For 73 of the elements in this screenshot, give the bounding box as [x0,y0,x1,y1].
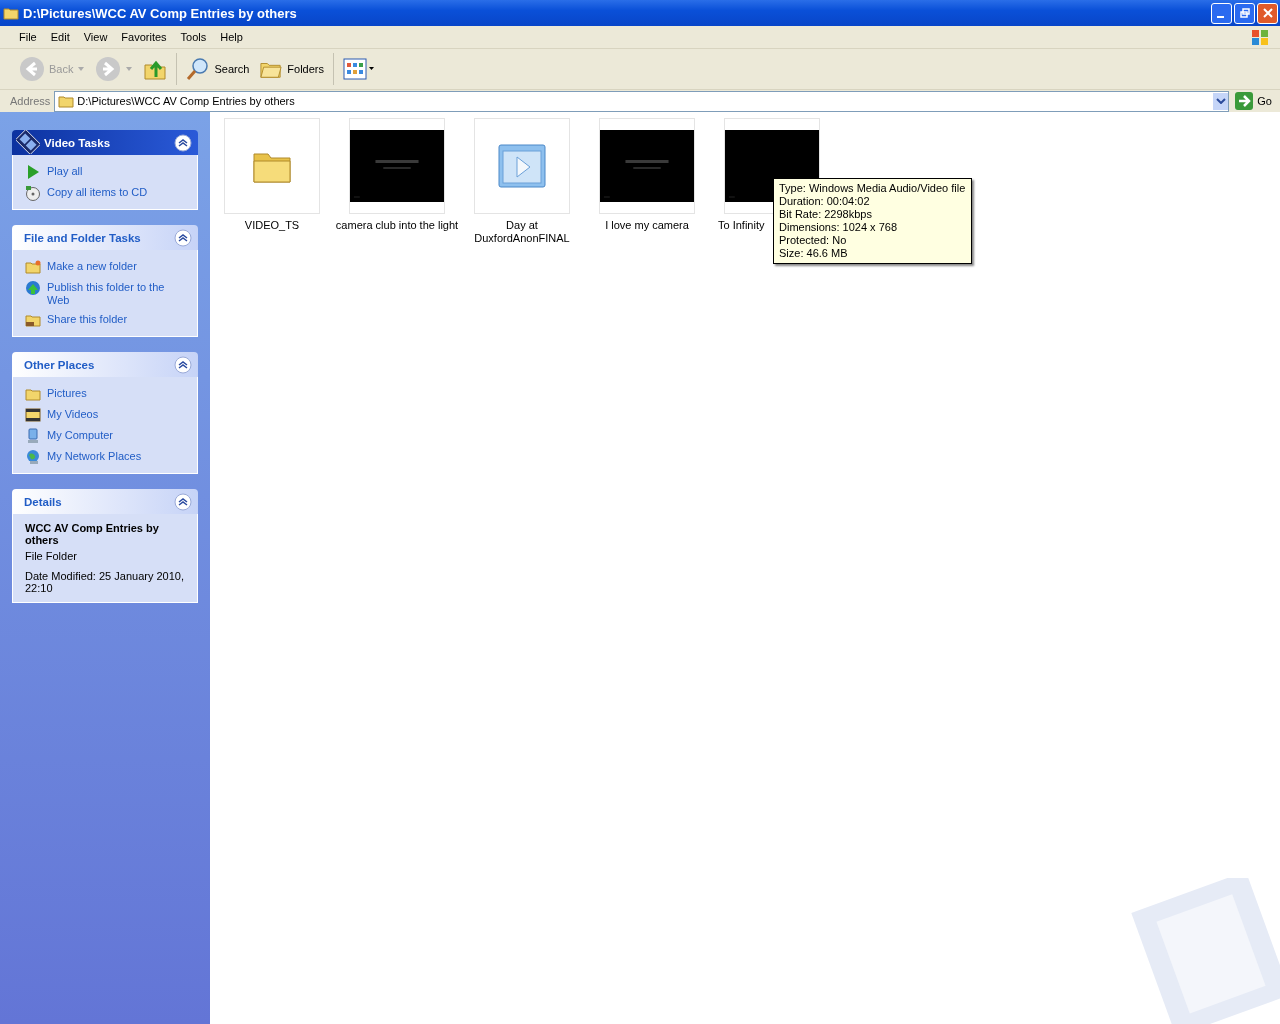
thumbnail-frame[interactable] [224,118,320,214]
folder-icon [25,386,41,402]
restore-icon [1239,8,1250,18]
file-name[interactable]: I love my camera [605,219,689,232]
windows-logo-icon [1250,27,1270,47]
chevron-icon [1215,98,1226,104]
arrow-icon [1235,92,1254,110]
menu-item[interactable]: View [76,31,115,43]
videos-icon [25,407,41,423]
minimize-icon [1216,16,1224,18]
tooltip-line: Dimensions: 1024 x 768 [779,221,898,234]
network-icon [25,449,41,465]
file-name[interactable]: Day at DuxfordAnonFINAL [474,219,570,245]
file-name[interactable]: To Infinity [718,219,765,232]
close-icon [1262,8,1273,18]
folder-icon [58,94,75,108]
search-button[interactable]: Search [183,55,253,83]
restore-button[interactable] [1234,2,1255,24]
task-link[interactable]: Pictures [47,385,87,400]
dropdown-icon [77,66,86,72]
share-icon [25,312,41,328]
details-name: WCC AV Comp Entries by others [25,522,160,546]
menu-item[interactable]: Edit [43,31,77,43]
go-button[interactable]: Go [1233,92,1280,110]
thumbnail-frame[interactable] [474,118,570,214]
play-icon [25,164,41,180]
folder-icon [3,6,19,20]
close-button[interactable] [1257,2,1278,24]
address-field[interactable]: D:\Pictures\WCC AV Comp Entries by others [54,90,1230,112]
cd-icon [25,185,41,201]
newfolder-icon [25,259,41,275]
dropdown-button[interactable] [1213,92,1229,110]
task-link[interactable]: Play all [47,163,83,178]
search-icon [186,57,211,81]
task-link[interactable]: My Videos [47,406,99,421]
address-label: Address [10,95,51,107]
collapse-icon[interactable] [174,492,192,511]
tooltip-line: Duration: 00:04:02 [779,195,871,208]
collapse-icon[interactable] [174,133,192,152]
menu-item[interactable]: Favorites [114,31,174,43]
menu-item[interactable]: Tools [173,31,214,43]
panel-header[interactable]: Video Tasks [12,130,198,155]
minimize-button[interactable] [1211,2,1232,24]
panel-header[interactable]: Details [12,489,198,514]
video-file-icon [498,144,546,188]
tooltip-line: Size: 46.6 MB [779,247,849,260]
details-type: File Folder [25,550,78,562]
menu-item[interactable]: File [12,31,44,43]
task-link[interactable]: Copy all items to CD [47,184,148,199]
tooltip-line: Type: Windows Media Audio/Video file [779,182,966,195]
task-link[interactable]: Publish this folder to the Web [47,279,185,307]
collapse-icon[interactable] [174,228,192,247]
task-link[interactable]: Share this folder [47,311,128,326]
file-name[interactable]: camera club into the light [335,219,459,232]
details-date: Date Modified: 25 January 2010, 22:10 [25,570,185,594]
task-link[interactable]: My Computer [47,427,114,442]
panel-header[interactable]: Other Places [12,352,198,377]
file-name[interactable]: VIDEO_TS [244,219,300,232]
task-link[interactable]: My Network Places [47,448,142,463]
tooltip-line: Bit Rate: 2298kbps [779,208,873,221]
menu-item[interactable]: Help [213,31,250,43]
tooltip-line: Protected: No [779,234,848,247]
views-icon [343,58,375,80]
panel-header[interactable]: File and Folder Tasks [12,225,198,250]
globe-icon [25,280,41,296]
dropdown-icon [125,66,134,72]
task-link[interactable]: Make a new folder [47,258,137,273]
window-title: D:\Pictures\WCC AV Comp Entries by others [23,5,298,21]
collapse-icon[interactable] [174,355,192,374]
computer-icon [25,428,41,444]
folders-button[interactable]: Folders [256,56,327,82]
thumbnail-frame[interactable] [349,118,445,214]
thumbnail-frame[interactable] [599,118,695,214]
